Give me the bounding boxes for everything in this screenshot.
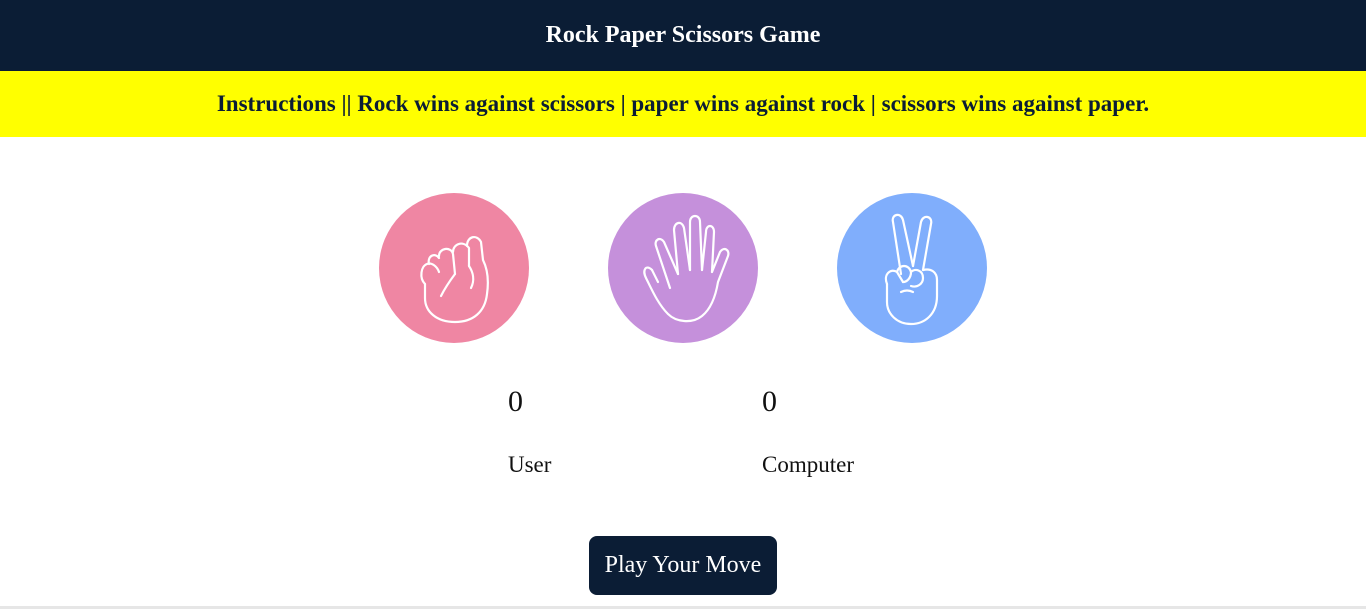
open-hand-icon [643, 214, 730, 323]
computer-score-label: Computer [762, 452, 854, 477]
computer-score: 0 [762, 385, 777, 418]
fist-icon [420, 236, 489, 324]
peace-hand-icon [884, 213, 939, 326]
rock-choice-button[interactable] [379, 193, 529, 343]
app-header: Rock Paper Scissors Game [0, 0, 1366, 71]
user-score: 0 [508, 385, 523, 418]
page-title: Rock Paper Scissors Game [545, 22, 821, 48]
play-your-move-button[interactable]: Play Your Move [589, 536, 777, 595]
scissors-choice-button[interactable] [837, 193, 987, 343]
instructions-text: Instructions || Rock wins against scisso… [216, 91, 1150, 116]
user-score-label: User [508, 452, 552, 477]
instructions-banner: Instructions || Rock wins against scisso… [0, 71, 1366, 137]
paper-choice-button[interactable] [608, 193, 758, 343]
